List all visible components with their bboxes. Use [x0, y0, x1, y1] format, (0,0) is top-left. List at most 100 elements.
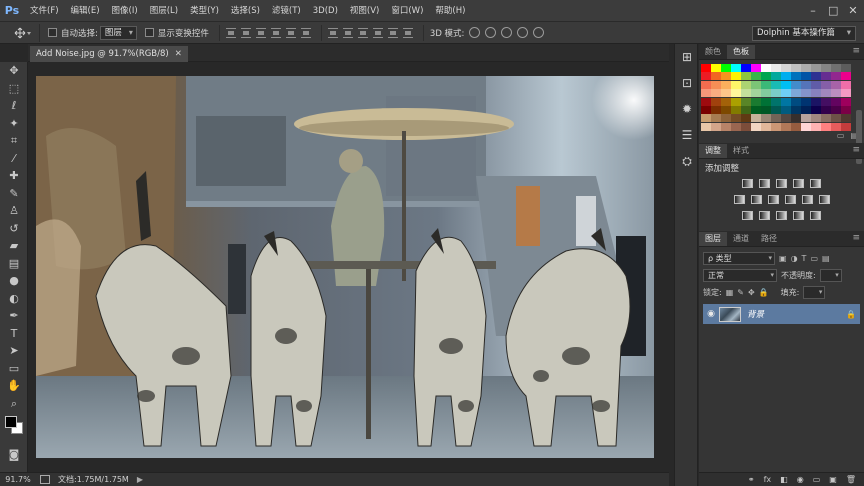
layer-name[interactable]: 背景: [747, 308, 846, 320]
swatch[interactable]: [841, 105, 851, 114]
swatch[interactable]: [771, 72, 781, 81]
swatch[interactable]: [831, 89, 841, 98]
swatch[interactable]: [761, 114, 771, 123]
swatch[interactable]: [711, 105, 721, 114]
swatch[interactable]: [801, 97, 811, 106]
distribute-left-icon[interactable]: [372, 27, 383, 38]
swatch[interactable]: [821, 80, 831, 89]
swatch[interactable]: [801, 122, 811, 131]
document-image[interactable]: [36, 76, 654, 458]
pen-tool-icon[interactable]: ✒: [0, 307, 28, 325]
lasso-tool-icon[interactable]: ℓ: [0, 97, 28, 115]
info-panel-icon[interactable]: ⛭: [675, 148, 699, 174]
delete-layer-icon[interactable]: 🗑: [846, 475, 856, 484]
swatch[interactable]: [741, 89, 751, 98]
move-tool-icon[interactable]: ✥: [0, 62, 28, 80]
swatch[interactable]: [741, 97, 751, 106]
swatch[interactable]: [771, 105, 781, 114]
swatch[interactable]: [721, 114, 731, 123]
swatch[interactable]: [761, 97, 771, 106]
swatch[interactable]: [701, 114, 711, 123]
swatch[interactable]: [771, 114, 781, 123]
filter-shape-icon[interactable]: ▭: [810, 254, 818, 263]
invert-icon[interactable]: [742, 210, 753, 220]
swatch[interactable]: [771, 64, 781, 72]
menu-filter[interactable]: 滤镜(T): [266, 0, 307, 22]
tab-layers[interactable]: 图层: [699, 232, 727, 247]
align-right-icon[interactable]: [300, 27, 311, 38]
document-info-icon[interactable]: [40, 475, 50, 484]
align-hcenter-icon[interactable]: [285, 27, 296, 38]
auto-select-dropdown[interactable]: 图层: [99, 25, 137, 40]
swatch[interactable]: [711, 97, 721, 106]
zoom-level[interactable]: 91.7%: [0, 475, 36, 484]
swatch[interactable]: [801, 105, 811, 114]
color-balance-icon[interactable]: [750, 194, 762, 204]
swatch[interactable]: [761, 72, 771, 81]
exposure-icon[interactable]: [793, 178, 804, 188]
swatch[interactable]: [731, 64, 741, 72]
align-vcenter-icon[interactable]: [240, 27, 251, 38]
history-brush-icon[interactable]: ↺: [0, 220, 28, 238]
curves-icon[interactable]: [776, 178, 787, 188]
swatch[interactable]: [781, 72, 791, 81]
tab-adjustments[interactable]: 调整: [699, 144, 727, 159]
distribute-bottom-icon[interactable]: [357, 27, 368, 38]
menu-type[interactable]: 类型(Y): [184, 0, 225, 22]
swatch[interactable]: [781, 122, 791, 131]
crop-tool-icon[interactable]: ⌗: [0, 132, 28, 150]
document-tab[interactable]: Add Noise.jpg @ 91.7%(RGB/8) ✕: [30, 46, 188, 62]
menu-window[interactable]: 窗口(W): [385, 0, 429, 22]
auto-select-checkbox[interactable]: [48, 28, 57, 37]
workspace-dropdown[interactable]: Dolphin 基本操作篇: [752, 26, 856, 41]
swatch[interactable]: [841, 64, 851, 72]
swatch[interactable]: [721, 105, 731, 114]
swatch[interactable]: [821, 97, 831, 106]
3d-rotate-icon[interactable]: [469, 27, 481, 38]
swatch[interactable]: [811, 80, 821, 89]
new-group-icon[interactable]: ▭: [813, 475, 821, 484]
swatch[interactable]: [791, 89, 801, 98]
swatch[interactable]: [721, 97, 731, 106]
history-panel-icon[interactable]: ⊞: [675, 44, 699, 70]
swatch[interactable]: [701, 105, 711, 114]
tab-channels[interactable]: 通道: [727, 232, 755, 246]
swatch[interactable]: [831, 72, 841, 81]
swatch[interactable]: [761, 64, 771, 72]
swatch[interactable]: [831, 114, 841, 123]
distribute-vcenter-icon[interactable]: [342, 27, 353, 38]
swatch[interactable]: [721, 72, 731, 81]
eyedropper-icon[interactable]: ⁄: [0, 150, 28, 168]
swatch[interactable]: [741, 105, 751, 114]
swatch[interactable]: [701, 64, 711, 72]
marquee-tool-icon[interactable]: ⬚: [0, 80, 28, 98]
swatch[interactable]: [811, 122, 821, 131]
tab-color[interactable]: 颜色: [699, 45, 727, 59]
properties-panel-icon[interactable]: ☰: [675, 122, 699, 148]
swatch[interactable]: [711, 122, 721, 131]
swatch[interactable]: [791, 80, 801, 89]
distribute-right-icon[interactable]: [402, 27, 413, 38]
swatch[interactable]: [741, 80, 751, 89]
swatch[interactable]: [791, 114, 801, 123]
vibrance-icon[interactable]: [810, 178, 821, 188]
hue-saturation-icon[interactable]: [733, 194, 745, 204]
swatch[interactable]: [841, 80, 851, 89]
swatch[interactable]: [711, 89, 721, 98]
swatch[interactable]: [841, 114, 851, 123]
swatch[interactable]: [731, 89, 741, 98]
close-tab-icon[interactable]: ✕: [175, 49, 182, 59]
lock-transparent-icon[interactable]: ▦: [726, 288, 734, 297]
swatch[interactable]: [831, 80, 841, 89]
swatch[interactable]: [761, 122, 771, 131]
filter-adjust-icon[interactable]: ◑: [791, 254, 798, 263]
swatch[interactable]: [791, 64, 801, 72]
swatch[interactable]: [781, 89, 791, 98]
swatch[interactable]: [791, 122, 801, 131]
swatch[interactable]: [791, 97, 801, 106]
3d-slide-icon[interactable]: [517, 27, 529, 38]
swatch[interactable]: [711, 80, 721, 89]
quick-mask-icon[interactable]: ◙: [0, 446, 28, 464]
swatch[interactable]: [841, 89, 851, 98]
swatch[interactable]: [821, 105, 831, 114]
